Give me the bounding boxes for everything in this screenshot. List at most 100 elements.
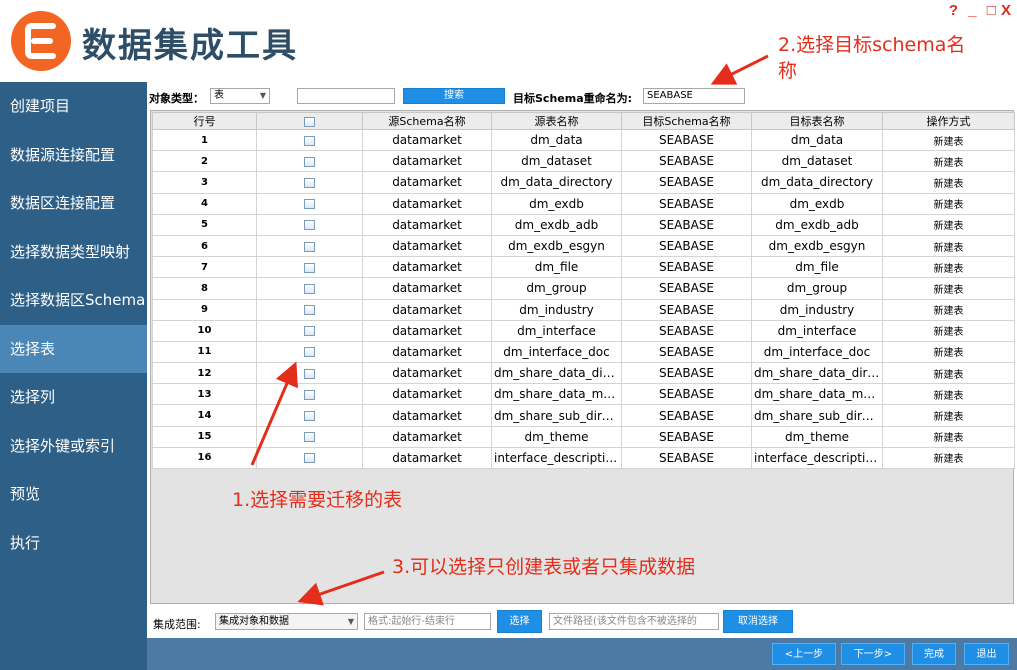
- select-all-checkbox[interactable]: [304, 116, 315, 127]
- operation-cell[interactable]: 新建表: [882, 362, 1015, 385]
- operation-cell[interactable]: 新建表: [882, 319, 1015, 342]
- checkbox-cell[interactable]: [256, 192, 363, 215]
- deselect-button[interactable]: 取消选择: [723, 610, 793, 633]
- sidebar-item-type-mapping[interactable]: 选择数据类型映射: [0, 228, 147, 277]
- table-row[interactable]: 1 datamarket dm_data SEABASE dm_data 新建表: [152, 128, 1015, 152]
- table-row[interactable]: 15 datamarket dm_theme SEABASE dm_theme 新建表: [152, 425, 1015, 448]
- checkbox-cell[interactable]: [256, 171, 363, 194]
- row-number-cell: 10: [152, 319, 257, 342]
- row-range-input[interactable]: 格式:起始行-结束行: [364, 613, 491, 630]
- checkbox-cell[interactable]: [256, 362, 363, 385]
- operation-cell[interactable]: 新建表: [882, 256, 1015, 279]
- sidebar-item-source-connection[interactable]: 数据源连接配置: [0, 131, 147, 180]
- operation-cell[interactable]: 新建表: [882, 277, 1015, 300]
- target-schema-cell: SEABASE: [621, 404, 752, 427]
- checkbox-cell[interactable]: [256, 319, 363, 342]
- checkbox-cell[interactable]: [256, 128, 363, 152]
- row-checkbox[interactable]: [304, 389, 315, 400]
- exit-button[interactable]: 退出: [964, 643, 1009, 665]
- operation-cell[interactable]: 新建表: [882, 425, 1015, 448]
- checkbox-cell[interactable]: [256, 340, 363, 364]
- table-row[interactable]: 10 datamarket dm_interface SEABASE dm_interf…: [152, 319, 1015, 342]
- sidebar-item-target-connection[interactable]: 数据区连接配置: [0, 179, 147, 228]
- table-row[interactable]: 11 datamarket dm_interface_doc SEABASE dm_in…: [152, 340, 1015, 364]
- checkbox-cell[interactable]: [256, 446, 363, 470]
- checkbox-cell[interactable]: [256, 150, 363, 173]
- previous-button[interactable]: <上一步: [772, 643, 836, 665]
- sidebar-item-create-project[interactable]: 创建项目: [0, 82, 147, 131]
- table-row[interactable]: 6 datamarket dm_exdb_esgyn SEABASE dm_exdb_e…: [152, 234, 1015, 258]
- table-row[interactable]: 2 datamarket dm_dataset SEABASE dm_dataset 新建…: [152, 150, 1015, 173]
- table-row[interactable]: 9 datamarket dm_industry SEABASE dm_industry…: [152, 298, 1015, 321]
- operation-cell[interactable]: 新建表: [882, 192, 1015, 215]
- row-checkbox[interactable]: [304, 453, 315, 464]
- scope-select[interactable]: 集成对象和数据 ▼: [215, 613, 358, 630]
- target-schema-cell: SEABASE: [621, 362, 752, 385]
- sidebar-item-foreign-keys[interactable]: 选择外键或索引: [0, 422, 147, 471]
- checkbox-cell[interactable]: [256, 383, 363, 406]
- row-number-cell: 9: [152, 298, 257, 321]
- row-checkbox[interactable]: [304, 135, 315, 146]
- operation-cell[interactable]: 新建表: [882, 446, 1015, 470]
- file-path-input[interactable]: 文件路径(该文件包含不被选择的: [549, 613, 719, 630]
- source-table-cell: dm_data_directory: [491, 171, 622, 194]
- table-row[interactable]: 14 datamarket dm_share_sub_direct... SEABAS…: [152, 404, 1015, 427]
- row-checkbox[interactable]: [304, 199, 315, 210]
- close-icon[interactable]: X: [1001, 2, 1011, 19]
- row-checkbox[interactable]: [304, 432, 315, 443]
- table-row[interactable]: 4 datamarket dm_exdb SEABASE dm_exdb 新建表: [152, 192, 1015, 215]
- checkbox-cell[interactable]: [256, 425, 363, 448]
- row-number-cell: 6: [152, 234, 257, 258]
- checkbox-cell[interactable]: [256, 404, 363, 427]
- table-row[interactable]: 8 datamarket dm_group SEABASE dm_group 新建表: [152, 277, 1015, 300]
- checkbox-cell[interactable]: [256, 234, 363, 258]
- operation-cell[interactable]: 新建表: [882, 340, 1015, 364]
- operation-cell[interactable]: 新建表: [882, 298, 1015, 321]
- row-checkbox[interactable]: [304, 220, 315, 231]
- maximize-icon[interactable]: □: [987, 2, 996, 19]
- operation-cell[interactable]: 新建表: [882, 404, 1015, 427]
- operation-cell[interactable]: 新建表: [882, 213, 1015, 236]
- next-button[interactable]: 下一步>: [841, 643, 905, 665]
- source-table-cell: dm_share_data_direc...: [491, 362, 622, 385]
- operation-cell[interactable]: 新建表: [882, 234, 1015, 258]
- sidebar-item-select-columns[interactable]: 选择列: [0, 373, 147, 422]
- checkbox-cell[interactable]: [256, 213, 363, 236]
- row-checkbox[interactable]: [304, 411, 315, 422]
- table-row[interactable]: 3 datamarket dm_data_directory SEABASE dm_da…: [152, 171, 1015, 194]
- col-header-select-all[interactable]: [256, 112, 363, 130]
- table-row[interactable]: 12 datamarket dm_share_data_direc... SEABAS…: [152, 362, 1015, 385]
- sidebar-item-select-schema[interactable]: 选择数据区Schema: [0, 276, 147, 325]
- operation-cell[interactable]: 新建表: [882, 150, 1015, 173]
- finish-button[interactable]: 完成: [912, 643, 956, 665]
- table-row[interactable]: 7 datamarket dm_file SEABASE dm_file 新建表: [152, 256, 1015, 279]
- search-input[interactable]: [297, 88, 395, 104]
- select-button[interactable]: 选择: [497, 610, 542, 633]
- row-checkbox[interactable]: [304, 262, 315, 273]
- table-row[interactable]: 13 datamarket dm_share_data_meta SEABASE dm_…: [152, 383, 1015, 406]
- target-schema-input[interactable]: SEABASE: [643, 88, 745, 104]
- table-row[interactable]: 5 datamarket dm_exdb_adb SEABASE dm_exdb_adb…: [152, 213, 1015, 236]
- operation-cell[interactable]: 新建表: [882, 383, 1015, 406]
- object-type-select[interactable]: 表 ▼: [210, 88, 270, 104]
- row-checkbox[interactable]: [304, 177, 315, 188]
- row-checkbox[interactable]: [304, 283, 315, 294]
- search-button[interactable]: 搜索: [403, 88, 505, 104]
- row-checkbox[interactable]: [304, 347, 315, 358]
- checkbox-cell[interactable]: [256, 277, 363, 300]
- row-checkbox[interactable]: [304, 156, 315, 167]
- row-checkbox[interactable]: [304, 326, 315, 337]
- operation-cell[interactable]: 新建表: [882, 171, 1015, 194]
- sidebar-item-preview[interactable]: 预览: [0, 470, 147, 519]
- operation-cell[interactable]: 新建表: [882, 128, 1015, 152]
- checkbox-cell[interactable]: [256, 298, 363, 321]
- row-checkbox[interactable]: [304, 241, 315, 252]
- checkbox-cell[interactable]: [256, 256, 363, 279]
- sidebar-item-select-table[interactable]: 选择表: [0, 324, 147, 373]
- row-checkbox[interactable]: [304, 305, 315, 316]
- help-icon[interactable]: ?: [949, 2, 958, 19]
- minimize-icon[interactable]: _: [968, 2, 976, 19]
- row-checkbox[interactable]: [304, 368, 315, 379]
- table-row[interactable]: 16 datamarket interface_description SEABASE…: [152, 446, 1015, 470]
- sidebar-item-execute[interactable]: 执行: [0, 519, 147, 568]
